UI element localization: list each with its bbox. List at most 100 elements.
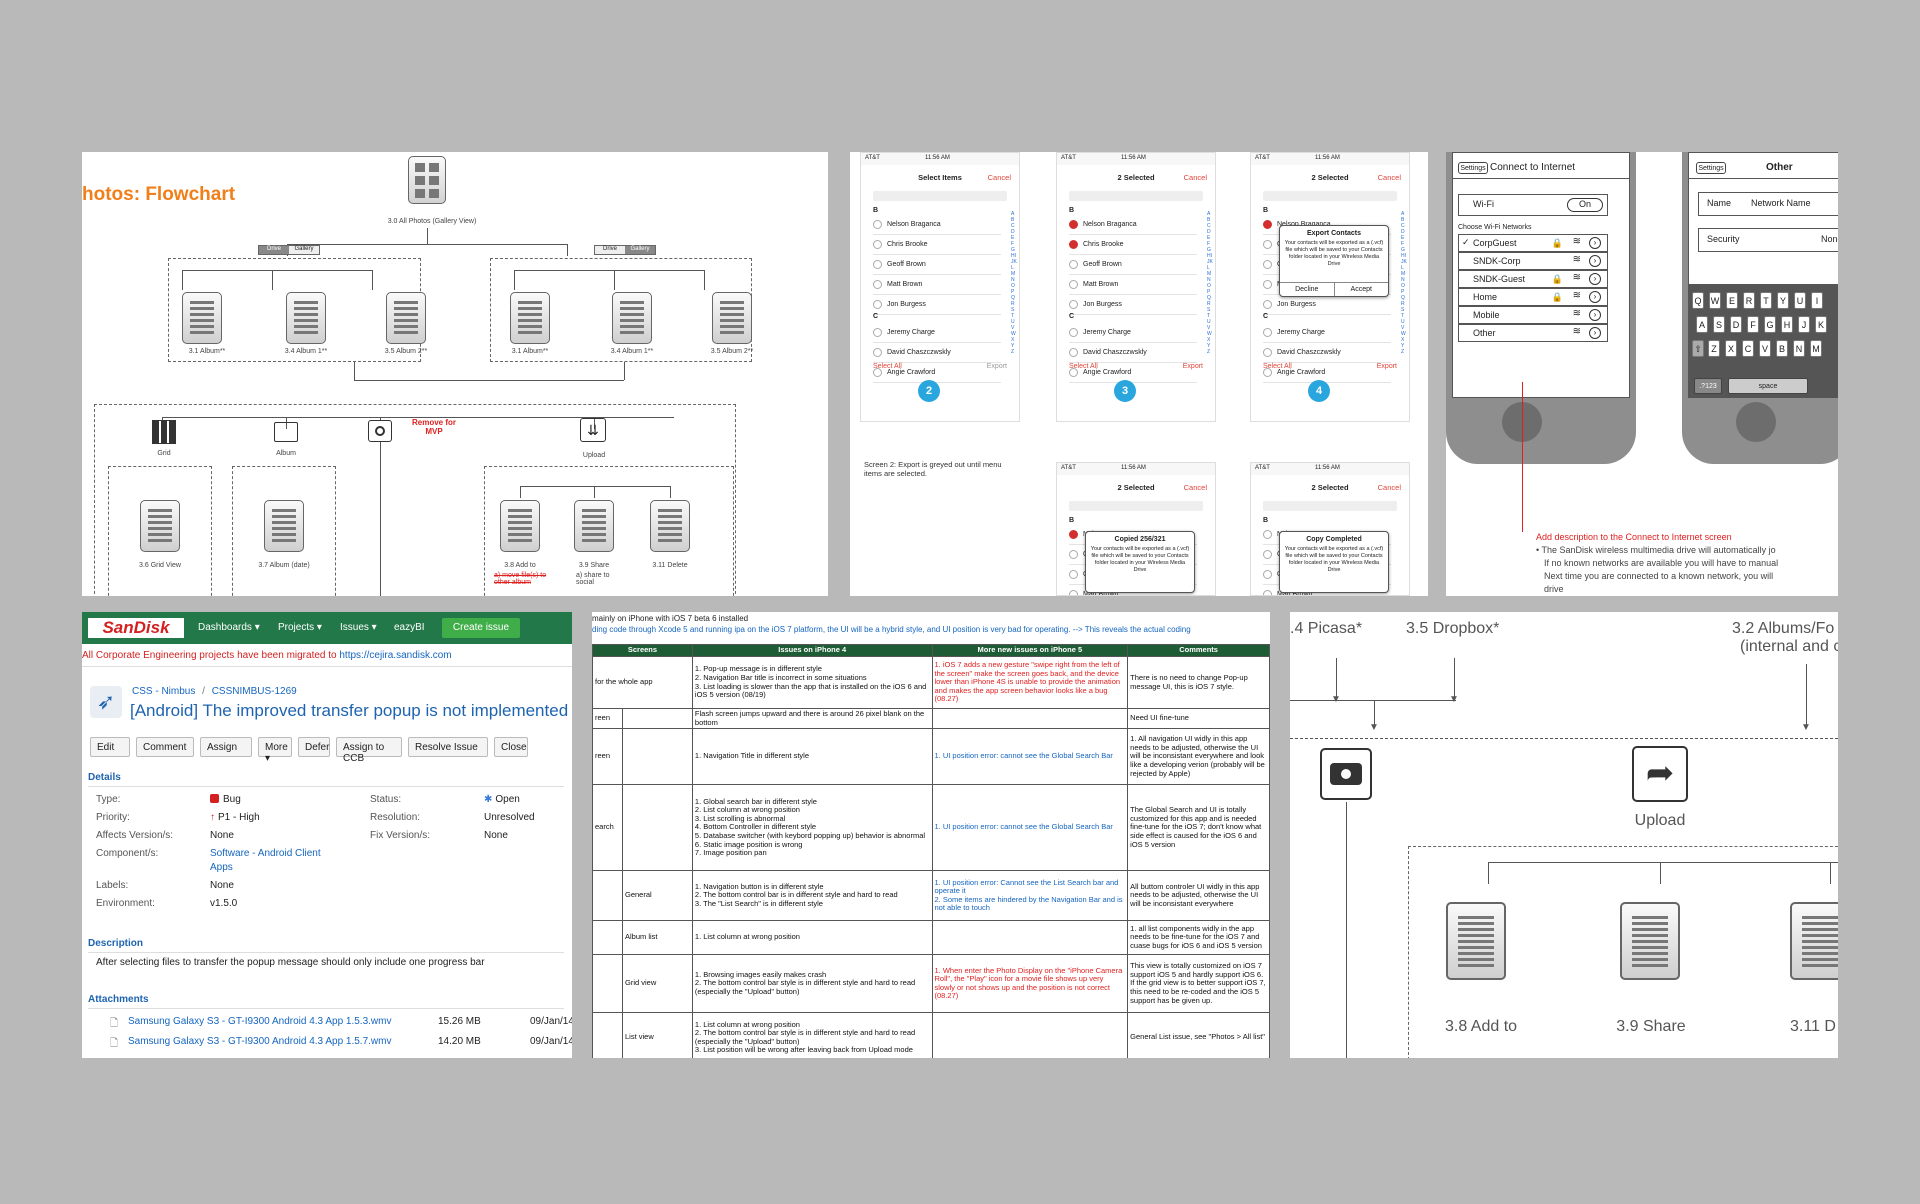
select-radio[interactable] [1263,328,1272,337]
select-radio[interactable] [1263,590,1272,595]
cell[interactable]: 1. UI position error: cannot see the Glo… [931,728,1129,786]
wifi-network-row[interactable]: SNDK-Corp ≋ › [1458,252,1608,270]
cell[interactable]: General List issue, see "Photos > All li… [1127,1012,1270,1058]
cell[interactable] [931,1012,1129,1058]
select-radio[interactable] [1069,220,1078,229]
cell[interactable] [621,707,693,730]
chevron-right-icon[interactable]: › [1589,273,1601,285]
contact-row[interactable]: Jeremy Charge [1263,323,1391,343]
close-button[interactable]: Close [494,737,528,757]
edit-button[interactable]: Edit [90,737,130,757]
settings-back-button[interactable]: Settings [1696,162,1726,174]
cancel-button[interactable]: Cancel [1378,483,1401,492]
cell[interactable]: The Global Search and UI is totally cust… [1127,784,1270,872]
wifi-toggle[interactable]: On [1567,198,1603,212]
crumb-project[interactable]: CSS - Nimbus [132,686,195,697]
cell[interactable]: 1. Navigation button is in different sty… [691,870,933,922]
select-radio[interactable] [873,348,882,357]
cell[interactable]: All buttom controler UI widly in this ap… [1127,870,1270,922]
cell[interactable]: reen [592,707,623,730]
toggle-right[interactable]: Drive Gallery [594,245,656,255]
select-radio[interactable] [1069,300,1078,309]
select-radio[interactable] [1263,260,1272,269]
cell[interactable]: 1. all list components widly in the app … [1127,920,1270,956]
key-space[interactable]: space [1728,378,1808,394]
decline-button[interactable]: Decline [1280,283,1335,296]
keyboard-key[interactable]: T [1760,292,1772,309]
cell[interactable]: General [621,870,693,922]
export-button[interactable]: Export [1183,363,1203,370]
nav-eazybi[interactable]: eazyBI [394,622,425,633]
keyboard-key[interactable]: V [1759,340,1771,357]
cancel-button[interactable]: Cancel [1184,173,1207,182]
crumb-issue[interactable]: CSSNIMBUS-1269 [212,686,297,697]
keyboard-key[interactable]: X [1725,340,1737,357]
cell[interactable] [592,870,623,922]
chevron-right-icon[interactable]: › [1589,309,1601,321]
cell[interactable]: 1. List column at wrong position 2. The … [691,1012,933,1058]
wifi-network-row[interactable]: SNDK-Guest 🔒 ≋ › [1458,270,1608,288]
select-radio[interactable] [1069,348,1078,357]
index-bar[interactable]: ABCDEFGHIJKLMNOPQRSTUVWXYZ [1207,211,1213,355]
contact-row[interactable]: Geoff Brown [873,255,1001,275]
comment-button[interactable]: Comment [136,737,194,757]
security-field[interactable]: Security None [1698,228,1838,252]
assign-button[interactable]: Assign [200,737,252,757]
select-radio[interactable] [1263,220,1272,229]
cell[interactable]: earch [592,784,623,872]
cell[interactable] [592,1012,623,1058]
toggle-right-drive[interactable]: Drive [595,246,625,254]
component-link[interactable]: Software - Android Client [210,848,321,859]
cancel-button[interactable]: Cancel [1184,483,1207,492]
search-bar[interactable] [1263,191,1397,201]
cell[interactable]: for the whole app [592,656,693,709]
nav-dashboards[interactable]: Dashboards ▾ [198,622,260,633]
network-name-field[interactable]: Name Network Name [1698,192,1838,216]
chevron-right-icon[interactable]: › [1589,291,1601,303]
attachment-link[interactable]: Samsung Galaxy S3 - GT-I9300 Android 4.3… [128,1036,391,1047]
contact-row[interactable]: Jon Burgess [1263,295,1391,315]
contact-row[interactable]: Matt Brown [1069,275,1197,295]
keyboard-key[interactable]: R [1743,292,1755,309]
select-radio[interactable] [873,300,882,309]
select-radio[interactable] [1069,570,1078,579]
keyboard-key[interactable]: G [1764,316,1776,333]
keyboard-key[interactable]: Z [1708,340,1720,357]
contact-row[interactable]: Jon Burgess [1069,295,1197,315]
component-link-apps[interactable]: Apps [210,862,233,873]
chevron-right-icon[interactable]: › [1589,255,1601,267]
keyboard-key[interactable]: S [1713,316,1725,333]
keyboard-key[interactable]: J [1798,316,1810,333]
select-radio[interactable] [1263,570,1272,579]
select-radio[interactable] [1263,300,1272,309]
cell[interactable]: 1. UI position error: cannot see the Glo… [931,784,1129,872]
toggle-left[interactable]: Drive Gallery [258,245,320,255]
contact-row[interactable]: Jon Burgess [873,295,1001,315]
wifi-network-row[interactable]: ✓ CorpGuest 🔒 ≋ › [1458,234,1608,252]
attachment-link[interactable]: Samsung Galaxy S3 - GT-I9300 Android 4.3… [128,1016,391,1027]
cell[interactable]: This view is totally customized on iOS 7… [1127,954,1270,1014]
select-all-button[interactable]: Select All [873,363,902,370]
select-radio[interactable] [1069,590,1078,595]
select-radio[interactable] [873,280,882,289]
keyboard-key[interactable]: C [1742,340,1754,357]
export-button[interactable]: Export [987,363,1007,370]
cell[interactable]: 1. Navigation Title in different style [691,728,933,786]
contact-row[interactable]: Jeremy Charge [1069,323,1197,343]
keyboard-key[interactable]: I [1811,292,1823,309]
search-bar[interactable] [873,191,1007,201]
chevron-right-icon[interactable]: › [1589,237,1601,249]
cell[interactable]: 1. List column at wrong position [691,920,933,956]
contact-row[interactable]: Chris Brooke [873,235,1001,255]
contact-row[interactable]: Jeremy Charge [873,323,1001,343]
keyboard-key[interactable]: E [1726,292,1738,309]
create-issue-button[interactable]: Create issue [442,618,520,638]
contact-row[interactable]: Matt Brown [873,275,1001,295]
keyboard-key[interactable]: M [1810,340,1822,357]
contact-row[interactable]: David Chaszczwskly [1263,343,1391,363]
select-radio[interactable] [873,328,882,337]
cell[interactable] [621,784,693,872]
more-button[interactable]: More ▾ [258,737,292,764]
cell[interactable]: 1. Global search bar in different style … [691,784,933,872]
banner-link[interactable]: https://cejira.sandisk.com [339,650,451,661]
